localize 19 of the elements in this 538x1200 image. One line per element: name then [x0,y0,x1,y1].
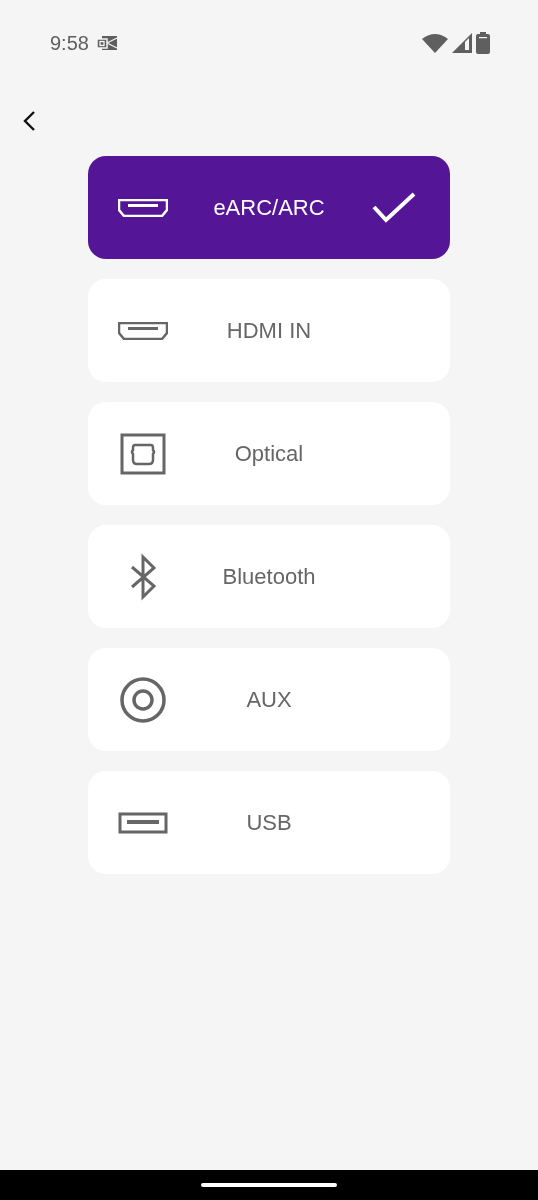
aux-jack-icon [119,675,167,724]
battery-icon [476,32,490,54]
mail-notification-icon [96,35,119,51]
hdmi-port-icon [118,198,168,217]
bluetooth-icon [129,552,157,601]
audio-input-option[interactable]: AUX [88,648,450,751]
wifi-icon [422,33,448,53]
status-time: 9:58 [50,31,89,56]
hdmi-port-icon [118,321,168,340]
checkmark-icon [372,191,416,224]
optical-port-icon [120,432,166,475]
audio-input-option[interactable]: HDMI IN [88,279,450,382]
audio-input-option[interactable]: eARC/ARC [88,156,450,259]
signal-icon [452,33,472,53]
audio-input-option[interactable]: USB [88,771,450,874]
audio-input-option[interactable]: Optical [88,402,450,505]
usb-port-icon [118,811,168,834]
audio-input-option[interactable]: Bluetooth [88,525,450,628]
back-icon [22,110,36,132]
